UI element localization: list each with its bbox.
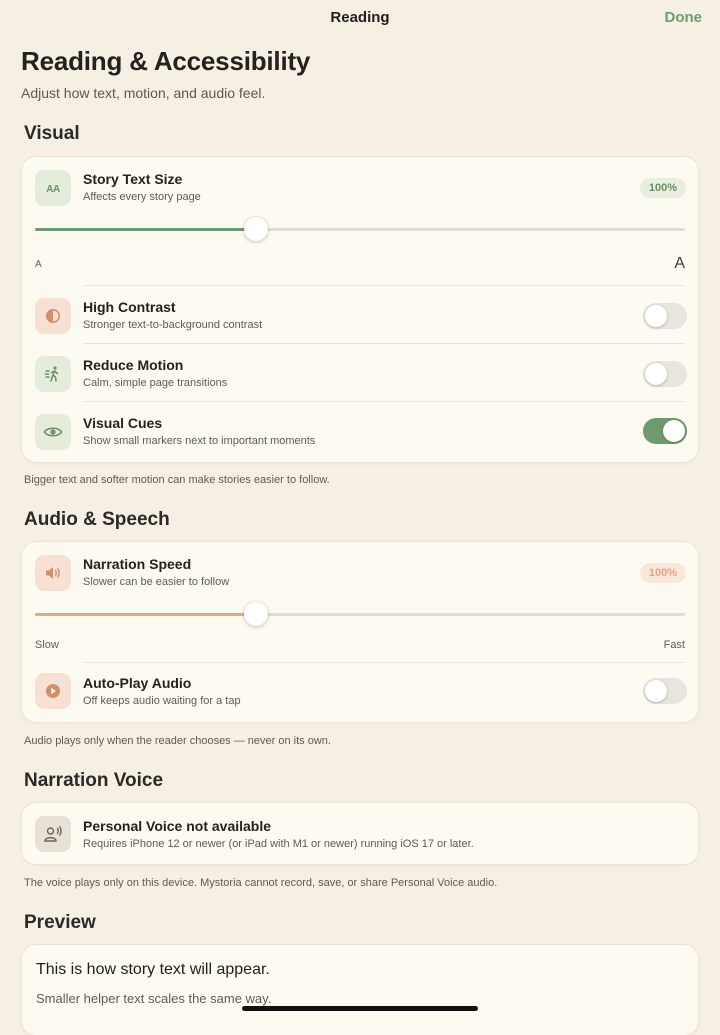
visual-cues-title: Visual Cues — [83, 415, 163, 431]
text-size-min-label: A — [35, 259, 42, 270]
eye-icon — [35, 414, 71, 450]
text-size-value-badge: 100% — [639, 178, 686, 198]
toggle-knob — [645, 363, 667, 385]
text-size-slider-thumb[interactable] — [244, 217, 268, 241]
visual-cues-toggle[interactable] — [643, 418, 687, 444]
narration-speed-min-label: Slow — [35, 639, 59, 651]
narration-speed-slider-fill — [35, 613, 256, 616]
play-icon — [35, 673, 71, 709]
narration-speed-title: Narration Speed — [83, 556, 192, 572]
home-indicator — [242, 1006, 478, 1011]
visual-cues-subtitle: Show small markers next to important mom… — [83, 435, 316, 447]
toggle-knob — [645, 305, 667, 327]
section-title-visual: Visual — [24, 123, 80, 144]
reduce-motion-subtitle: Calm, simple page transitions — [83, 377, 228, 389]
narration-speed-value-badge: 100% — [639, 563, 686, 583]
high-contrast-title: High Contrast — [83, 299, 176, 315]
personal-voice-card: Personal Voice not available Requires iP… — [22, 803, 698, 864]
text-size-max-label: A — [674, 255, 685, 272]
section-title-preview: Preview — [24, 912, 96, 933]
audio-settings-card: Narration Speed Slower can be easier to … — [22, 542, 698, 722]
voice-footnote: The voice plays only on this device. Mys… — [24, 877, 498, 889]
preview-helper-text: Smaller helper text scales the same way. — [36, 991, 272, 1006]
nav-title: Reading — [330, 9, 390, 26]
visual-footnote: Bigger text and softer motion can make s… — [24, 474, 330, 486]
page-subtitle: Adjust how text, motion, and audio feel. — [21, 85, 266, 101]
high-contrast-subtitle: Stronger text-to-background contrast — [83, 319, 263, 331]
audio-footnote: Audio plays only when the reader chooses… — [24, 735, 331, 747]
text-size-icon: AA — [35, 170, 71, 206]
personal-voice-subtitle: Requires iPhone 12 or newer (or iPad wit… — [83, 838, 474, 850]
speaker-icon — [35, 555, 71, 591]
text-size-subtitle: Affects every story page — [83, 191, 201, 203]
reduce-motion-title: Reduce Motion — [83, 357, 184, 373]
toggle-knob — [663, 420, 685, 442]
auto-play-title: Auto-Play Audio — [83, 675, 192, 691]
reduce-motion-toggle[interactable] — [643, 361, 687, 387]
personal-voice-icon — [35, 816, 71, 852]
motion-icon — [35, 356, 71, 392]
preview-main-text: This is how story text will appear. — [36, 961, 270, 978]
done-button[interactable]: Done — [665, 9, 703, 26]
narration-speed-slider-thumb[interactable] — [244, 602, 268, 626]
page-title: Reading & Accessibility — [21, 46, 311, 76]
text-size-slider[interactable] — [35, 217, 685, 241]
section-title-voice: Narration Voice — [24, 770, 164, 791]
section-title-audio: Audio & Speech — [24, 509, 170, 530]
divider — [83, 285, 685, 286]
personal-voice-title: Personal Voice not available — [83, 818, 272, 834]
text-size-slider-fill — [35, 228, 256, 231]
navigation-bar: Reading Done — [0, 0, 720, 36]
narration-speed-slider[interactable] — [35, 602, 685, 626]
visual-settings-card: AA Story Text Size Affects every story p… — [22, 157, 698, 462]
preview-card: This is how story text will appear. Smal… — [22, 945, 698, 1035]
contrast-icon — [35, 298, 71, 334]
text-size-icon-glyph: AA — [46, 184, 60, 195]
divider — [83, 662, 685, 663]
narration-speed-max-label: Fast — [663, 639, 685, 651]
narration-speed-subtitle: Slower can be easier to follow — [83, 576, 230, 588]
auto-play-toggle[interactable] — [643, 678, 687, 704]
high-contrast-toggle[interactable] — [643, 303, 687, 329]
toggle-knob — [645, 680, 667, 702]
auto-play-subtitle: Off keeps audio waiting for a tap — [83, 695, 241, 707]
divider — [83, 343, 685, 344]
divider — [83, 401, 685, 402]
text-size-title: Story Text Size — [83, 171, 183, 187]
